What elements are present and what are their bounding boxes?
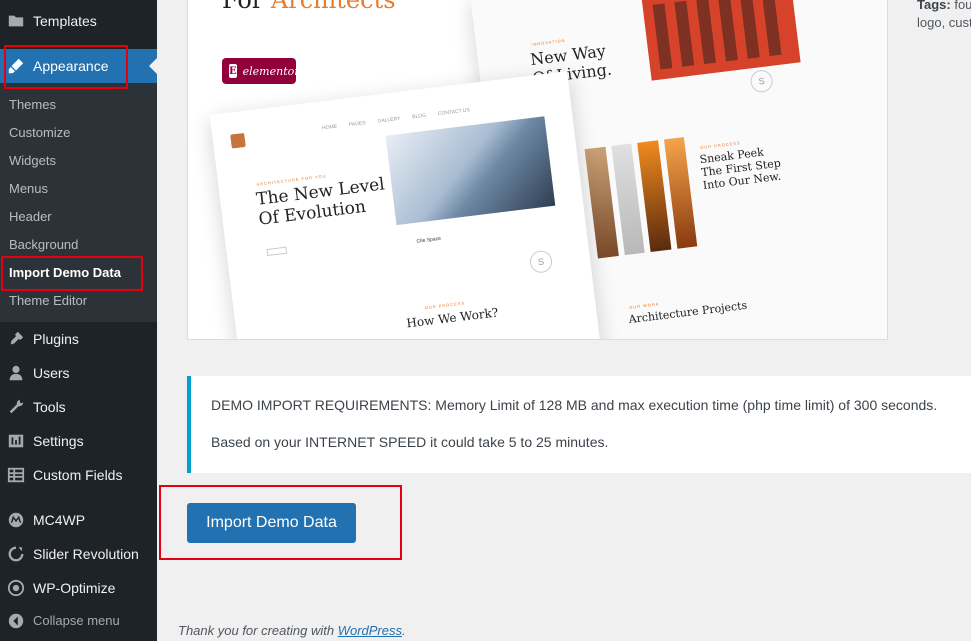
admin-footer: Thank you for creating with WordPress. — [178, 623, 406, 638]
plugin-icon — [10, 331, 24, 345]
menu-label: Slider Revolution — [33, 546, 139, 562]
menu-label: Templates — [33, 13, 97, 29]
notice-speed: Based on your INTERNET SPEED it could ta… — [211, 434, 609, 450]
eye-icon — [7, 579, 25, 597]
theme-tags: Tags: fou logo, cust — [917, 0, 971, 30]
submenu-theme-editor[interactable]: Theme Editor — [9, 293, 87, 308]
menu-item-slider-revolution[interactable]: Slider Revolution — [0, 537, 157, 571]
appearance-submenu: Themes Customize Widgets Menus Header Ba… — [0, 83, 157, 322]
elementor-logo-icon: E — [229, 64, 237, 78]
menu-item-settings[interactable]: Settings — [0, 424, 157, 458]
menu-label: WP-Optimize — [33, 580, 116, 596]
menu-label: Custom Fields — [33, 467, 123, 483]
folder-icon — [8, 15, 24, 27]
building-image — [641, 0, 801, 81]
mock-button — [266, 246, 288, 257]
table-icon — [7, 467, 25, 483]
menu-item-custom-fields[interactable]: Custom Fields — [0, 458, 157, 492]
mockup-left: HOME PAGES GALLERY BLOG CONTACT US ARCHI… — [209, 71, 603, 339]
mock-peek-heading: Sneak Peek The First Step Into Our New. — [698, 145, 782, 193]
mock-projects-tag: OUR WORK — [628, 301, 660, 310]
submenu-background[interactable]: Background — [9, 237, 78, 252]
mock-section-heading: How We Work? — [405, 305, 499, 331]
submenu-themes[interactable]: Themes — [9, 97, 56, 112]
submenu-customize[interactable]: Customize — [9, 125, 70, 140]
wrench-icon — [9, 399, 24, 414]
menu-label: MC4WP — [33, 512, 86, 528]
admin-sidebar: Templates Appearance Themes Customize Wi… — [0, 0, 157, 641]
import-demo-data-button[interactable]: Import Demo Data — [187, 503, 356, 543]
paintbrush-icon — [8, 58, 24, 74]
current-arrow-icon — [149, 58, 157, 74]
users-icon — [9, 365, 23, 381]
menu-label: Users — [33, 365, 70, 381]
mock-logo-icon — [230, 132, 246, 149]
wordpress-link[interactable]: WordPress — [338, 623, 402, 638]
menu-item-plugins[interactable]: Plugins — [0, 322, 157, 356]
submenu-header[interactable]: Header — [9, 209, 52, 224]
interior-gallery — [584, 137, 698, 259]
menu-item-mc4wp[interactable]: MC4WP — [0, 503, 157, 537]
mock-left-logo: S — [528, 249, 554, 274]
mc4wp-icon — [8, 512, 24, 528]
menu-label: Tools — [33, 399, 66, 415]
menu-item-tools[interactable]: Tools — [0, 390, 157, 424]
menu-item-wp-optimize[interactable]: WP-Optimize — [0, 571, 157, 605]
theme-preview-image: For Architects E elementor INNOVATION Ne… — [187, 0, 888, 340]
mock-right-logo: S — [749, 68, 774, 94]
mock-side-label: Cite Space — [416, 235, 442, 245]
elementor-badge: E elementor — [222, 58, 300, 84]
menu-item-appearance[interactable]: Appearance — [0, 49, 157, 83]
menu-label: Plugins — [33, 331, 79, 347]
submenu-import-demo-data[interactable]: Import Demo Data — [9, 265, 121, 280]
collapse-menu-button[interactable]: Collapse menu — [0, 604, 157, 638]
import-requirements-notice: DEMO IMPORT REQUIREMENTS: Memory Limit o… — [187, 376, 971, 473]
collapse-label: Collapse menu — [33, 613, 120, 628]
settings-icon — [8, 434, 24, 448]
collapse-icon — [8, 613, 24, 629]
menu-item-users[interactable]: Users — [0, 356, 157, 390]
submenu-menus[interactable]: Menus — [9, 181, 48, 196]
glass-building-image — [385, 116, 556, 226]
menu-label: Appearance — [33, 58, 109, 74]
submenu-widgets[interactable]: Widgets — [9, 153, 56, 168]
menu-label: Settings — [33, 433, 84, 449]
notice-requirements: DEMO IMPORT REQUIREMENTS: Memory Limit o… — [211, 397, 938, 413]
mock-section-tag: OUR PROCESS — [424, 300, 466, 311]
menu-item-templates[interactable]: Templates — [0, 4, 157, 38]
preview-title: For Architects — [222, 0, 396, 14]
refresh-icon — [8, 546, 24, 562]
